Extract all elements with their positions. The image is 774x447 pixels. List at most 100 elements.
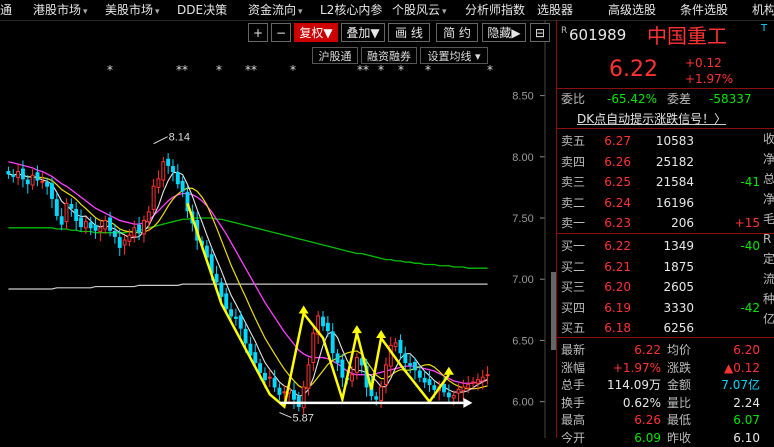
ma-settings-dropdown[interactable]: 设置均线 ▾: [420, 47, 488, 64]
side-label: 净: [763, 192, 774, 206]
stat-label: 换手: [561, 395, 586, 410]
quote-panel: R 601989 中国重工 T 6.22 +0.12 +1.97% 委比 -65…: [557, 20, 774, 445]
candle: [335, 349, 340, 372]
restore-icon[interactable]: ⊟: [530, 23, 550, 42]
order-price: 6.22: [604, 239, 631, 253]
side-label: 亿: [763, 312, 774, 326]
order-level-label: 卖二: [561, 195, 586, 210]
margin-trading-button[interactable]: 融资融券: [361, 47, 417, 64]
event-marker: *: [290, 63, 296, 77]
candle: [45, 177, 50, 195]
order-level-label: 卖一: [561, 216, 586, 230]
draw-line-button[interactable]: 画 线: [388, 23, 430, 42]
overlay-dropdown[interactable]: 叠加▼: [341, 23, 385, 42]
simple-mode-button[interactable]: 简 约: [436, 23, 478, 42]
candle: [292, 382, 296, 409]
weicha-value: -58337: [709, 92, 752, 106]
menu-item-l2[interactable]: L2核心内参: [320, 0, 382, 20]
stat-label: 金额: [667, 378, 692, 392]
hugutong-button[interactable]: 沪股通: [312, 47, 358, 64]
event-marker: *: [107, 63, 113, 77]
divider: [557, 233, 774, 234]
weibi-value: -65.42%: [607, 92, 658, 106]
side-label: 总: [763, 172, 774, 186]
last-price: 6.22: [609, 57, 658, 82]
r-mark: R: [561, 26, 568, 36]
ma10-line: [8, 173, 488, 390]
menu-item-analyst-index[interactable]: 分析师指数: [465, 0, 525, 20]
menu-item-advanced-picker[interactable]: 高级选股: [608, 0, 656, 20]
order-volume: 206: [671, 216, 694, 230]
stat-value: ▲0.12: [724, 360, 760, 375]
menu-item-tong[interactable]: 通: [0, 0, 12, 20]
stat-value: +1.97%: [612, 360, 661, 375]
candle: [330, 323, 335, 361]
candle: [393, 337, 398, 352]
candles: [6, 153, 490, 414]
stock-code: 601989: [569, 26, 627, 44]
stat-value: 2.24: [733, 395, 760, 410]
candle: [446, 384, 451, 403]
order-delta: +15: [734, 216, 760, 230]
menu-item-fund-flow[interactable]: 资金流向 ▾: [248, 0, 303, 20]
divider: [557, 88, 774, 89]
menu-item-us-market[interactable]: 美股市场 ▾: [105, 0, 160, 20]
event-marker: *: [378, 63, 384, 77]
stat-value: 114.09万: [607, 378, 661, 392]
zoom-in-button[interactable]: +: [248, 23, 268, 42]
dk-signal-link[interactable]: DK点自动提示涨跌信号！〉: [577, 110, 726, 128]
event-marker: *: [216, 63, 222, 77]
menu-item-stock-picker[interactable]: 选股器: [537, 0, 573, 20]
side-label: 种: [763, 292, 774, 306]
menu-item-condition-picker[interactable]: 条件选股: [680, 0, 728, 20]
y-tick-label: 6.50: [512, 335, 533, 347]
side-label: 收: [763, 132, 774, 146]
top-menu-bar: 通 港股市场 ▾ 美股市场 ▾ DDE决策 资金流向 ▾ L2核心内参 个股风云 ▾ 分…: [0, 0, 774, 21]
candle: [185, 186, 190, 219]
candle: [151, 178, 156, 215]
order-delta: -42: [740, 300, 760, 315]
up-arrow-icon: [298, 305, 309, 314]
candle: [267, 369, 272, 387]
order-level-label: 买二: [561, 259, 586, 274]
stock-name: 中国重工: [647, 24, 727, 48]
order-level-label: 买一: [561, 239, 586, 253]
annotation-leader: [279, 412, 292, 419]
event-marker: *: [487, 63, 493, 77]
candlestick-chart[interactable]: 8.508.007.507.006.506.00 * ** * ** * ** * * * * 8…: [0, 20, 556, 438]
order-delta: -40: [740, 239, 760, 253]
candle: [161, 156, 166, 188]
order-delta: -41: [740, 175, 760, 189]
candle: [112, 224, 117, 244]
candle: [171, 159, 175, 182]
menu-item-dde[interactable]: DDE决策: [177, 0, 227, 20]
candle: [301, 380, 306, 414]
menu-item-institution[interactable]: 机构: [752, 0, 774, 20]
order-price: 6.19: [604, 300, 631, 315]
order-volume: 1875: [663, 259, 694, 274]
order-level-label: 买五: [561, 321, 586, 335]
order-price: 6.27: [604, 134, 631, 148]
hide-panel-button[interactable]: 隐藏▶: [482, 23, 526, 42]
order-volume: 6256: [663, 321, 694, 335]
high-price-label: 8.14: [169, 132, 190, 144]
candle: [64, 198, 69, 230]
candle: [16, 164, 21, 185]
side-label: 净: [763, 152, 774, 166]
stat-label: 均价: [667, 343, 692, 357]
y-tick-label: 6.00: [512, 397, 533, 409]
candle: [156, 170, 161, 194]
candle: [340, 353, 345, 387]
stat-value: 6.26: [634, 413, 661, 427]
candle: [54, 192, 59, 221]
order-price: 6.18: [604, 321, 631, 335]
candle: [277, 383, 282, 401]
menu-item-stock-news[interactable]: 个股风云 ▾: [392, 0, 447, 20]
fuquan-dropdown[interactable]: 复权▼: [294, 23, 338, 42]
stat-label: 量比: [667, 395, 692, 410]
menu-item-hk-market[interactable]: 港股市场 ▾: [33, 0, 88, 20]
y-tick-label: 8.50: [512, 91, 533, 103]
order-price: 6.23: [604, 216, 631, 230]
low-price-label: 5.87: [292, 413, 313, 425]
zoom-out-button[interactable]: −: [271, 23, 291, 42]
